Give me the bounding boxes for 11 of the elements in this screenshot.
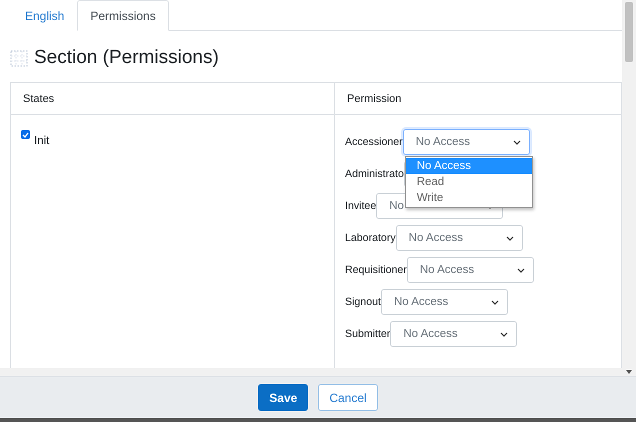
role-label: Laboratory — [345, 232, 396, 244]
column-header: States — [11, 83, 334, 115]
role-label: Signout — [345, 296, 381, 308]
role-label: Submitter — [345, 328, 390, 340]
state-label: Init — [34, 135, 50, 147]
column-header: Permission — [334, 83, 621, 115]
role-label: Invitee — [345, 200, 376, 212]
role-label: Requisitioner — [345, 264, 407, 276]
section-title: Section (Permissions) — [34, 47, 219, 69]
role-label: Accessioner — [345, 136, 403, 148]
role-label: Administrato — [345, 168, 404, 180]
